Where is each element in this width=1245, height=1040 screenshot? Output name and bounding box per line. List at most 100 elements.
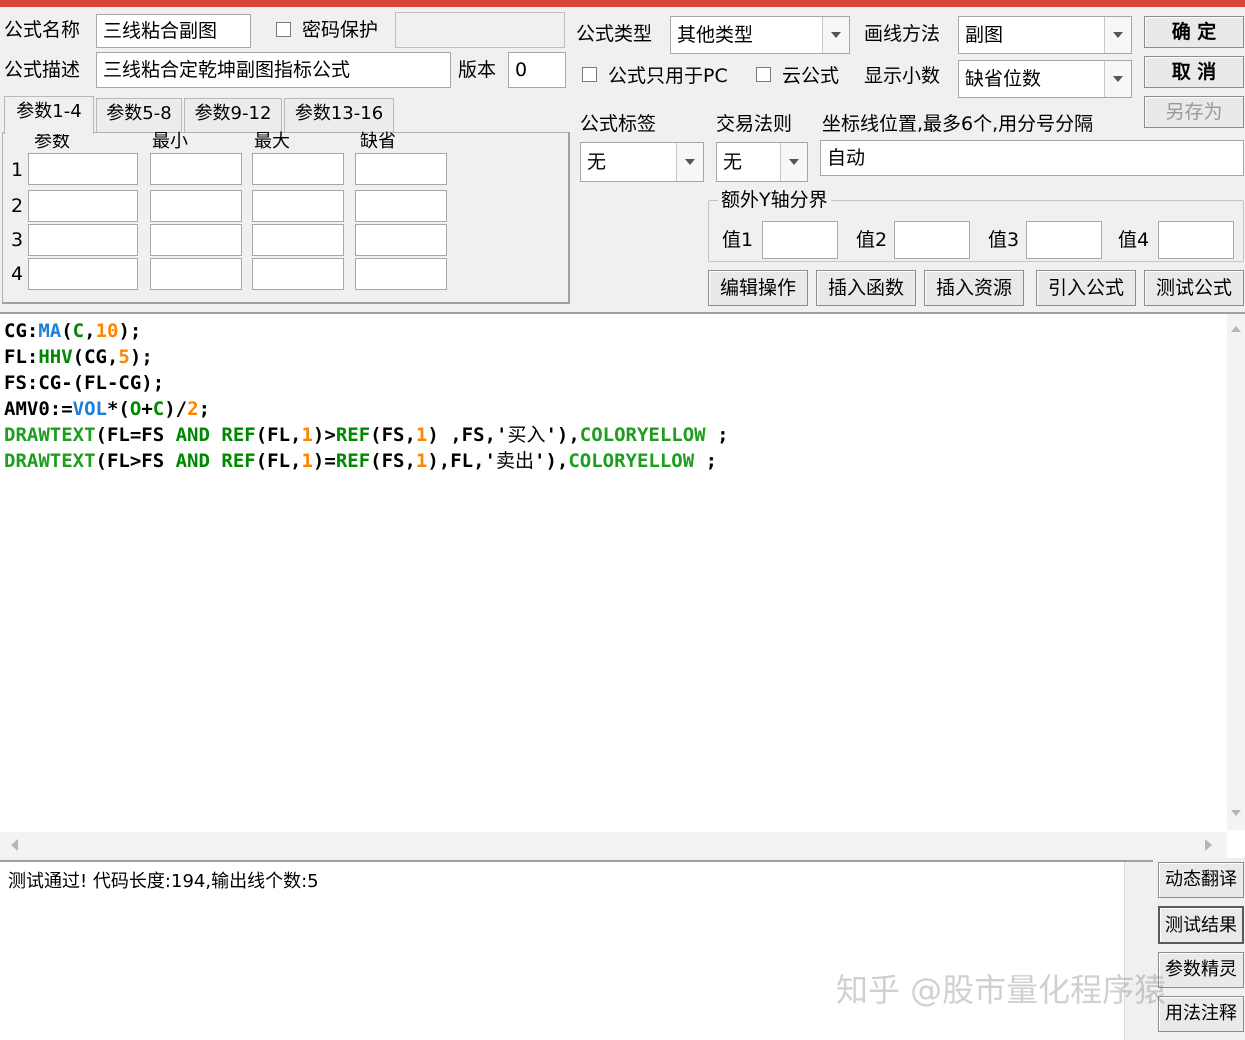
param-row-number: 4: [11, 263, 24, 285]
test-formula-button[interactable]: 测试公式: [1144, 270, 1244, 306]
code-line-1: CG:MA(C,10);: [4, 320, 142, 342]
code-line-6: DRAWTEXT(FL>FS AND REF(FL,1)=REF(FS,1),F…: [4, 450, 718, 472]
title-accent-bar: [0, 0, 1245, 7]
password-checkbox[interactable]: [276, 22, 291, 37]
trade-rule-value: 无: [723, 151, 743, 173]
insert-resource-button[interactable]: 插入资源: [924, 270, 1024, 306]
edit-operations-button[interactable]: 编辑操作: [708, 270, 808, 306]
password-label: 密码保护: [302, 19, 379, 41]
import-formula-button[interactable]: 引入公式: [1036, 270, 1136, 306]
trade-rule-select[interactable]: 无: [716, 142, 808, 182]
formula-type-select[interactable]: 其他类型: [670, 16, 850, 54]
param-1-default[interactable]: [355, 153, 447, 185]
chevron-down-icon[interactable]: [1104, 17, 1131, 53]
param-3-name[interactable]: [28, 224, 138, 256]
y-value-4-input[interactable]: [1158, 221, 1234, 259]
test-output-panel: 测试通过! 代码长度:194,输出线个数:5: [0, 860, 1153, 1040]
password-input: [395, 12, 565, 48]
param-4-default[interactable]: [355, 258, 447, 290]
tab-params-9-12[interactable]: 参数9-12: [184, 98, 282, 132]
version-label: 版本: [458, 59, 497, 81]
version-input[interactable]: 0: [508, 52, 566, 88]
save-as-button[interactable]: 另存为: [1144, 96, 1244, 128]
param-1-name[interactable]: [28, 153, 138, 185]
scroll-up-icon[interactable]: [1227, 320, 1245, 338]
y-value-1-input[interactable]: [762, 221, 838, 259]
code-line-4: AMV0:=VOL*(O+C)/2;: [4, 398, 211, 420]
cloud-label: 云公式: [782, 65, 840, 87]
y-value-3-label: 值3: [988, 229, 1020, 251]
usage-notes-button[interactable]: 用法注释: [1158, 996, 1244, 1032]
param-2-min[interactable]: [150, 190, 242, 222]
formula-type-value: 其他类型: [677, 24, 754, 46]
param-3-default[interactable]: [355, 224, 447, 256]
chevron-down-icon[interactable]: [676, 143, 703, 181]
param-header-default: 缺省: [360, 131, 396, 152]
tab-params-5-8[interactable]: 参数5-8: [96, 98, 182, 132]
formula-desc-label: 公式描述: [4, 59, 81, 81]
horizontal-scrollbar[interactable]: [0, 832, 1227, 858]
y-axis-group-title: 额外Y轴分界: [718, 188, 831, 212]
draw-method-value: 副图: [965, 24, 1004, 46]
tab-params-13-16[interactable]: 参数13-16: [284, 98, 394, 132]
draw-method-select[interactable]: 副图: [958, 16, 1132, 54]
insert-function-button[interactable]: 插入函数: [816, 270, 916, 306]
param-2-max[interactable]: [252, 190, 344, 222]
test-result-button[interactable]: 测试结果: [1158, 906, 1244, 944]
pc-only-checkbox[interactable]: [582, 67, 597, 82]
param-row-number: 1: [11, 159, 24, 181]
draw-method-label: 画线方法: [864, 23, 941, 45]
y-value-2-label: 值2: [856, 229, 888, 251]
formula-tag-select[interactable]: 无: [580, 142, 704, 182]
code-line-3: FS:CG-(FL-CG);: [4, 372, 165, 394]
formula-tag-value: 无: [587, 151, 607, 173]
scroll-right-icon[interactable]: [1199, 832, 1217, 858]
param-3-min[interactable]: [150, 224, 242, 256]
axis-position-label: 坐标线位置,最多6个,用分号分隔: [822, 113, 1094, 135]
tab-params-1-4[interactable]: 参数1-4: [4, 96, 94, 134]
param-1-max[interactable]: [252, 153, 344, 185]
vertical-scrollbar[interactable]: [1227, 314, 1245, 830]
pc-only-label: 公式只用于PC: [608, 65, 728, 87]
dynamic-translate-button[interactable]: 动态翻译: [1158, 862, 1244, 898]
param-row-number: 3: [11, 229, 24, 251]
param-2-default[interactable]: [355, 190, 447, 222]
cloud-checkbox[interactable]: [756, 67, 771, 82]
param-row-number: 2: [11, 195, 24, 217]
y-value-3-input[interactable]: [1026, 221, 1102, 259]
param-2-name[interactable]: [28, 190, 138, 222]
y-value-1-label: 值1: [722, 229, 754, 251]
scroll-down-icon[interactable]: [1227, 804, 1245, 822]
decimal-select[interactable]: 缺省位数: [958, 60, 1132, 98]
param-1-min[interactable]: [150, 153, 242, 185]
formula-type-label: 公式类型: [576, 23, 653, 45]
y-value-4-label: 值4: [1118, 229, 1150, 251]
param-header-min: 最小: [152, 131, 188, 152]
code-line-2: FL:HHV(CG,5);: [4, 346, 153, 368]
formula-name-input[interactable]: 三线粘合副图: [96, 14, 251, 48]
y-value-2-input[interactable]: [894, 221, 970, 259]
code-text: CG:MA(C,10); FL:HHV(CG,5); FS:CG-(FL-CG)…: [4, 318, 729, 474]
chevron-down-icon[interactable]: [1104, 61, 1131, 97]
ok-button[interactable]: 确 定: [1144, 16, 1244, 48]
test-output-message: 测试通过! 代码长度:194,输出线个数:5: [8, 871, 319, 892]
param-4-name[interactable]: [28, 258, 138, 290]
chevron-down-icon[interactable]: [780, 143, 807, 181]
code-line-5: DRAWTEXT(FL=FS AND REF(FL,1)>REF(FS,1) ,…: [4, 424, 729, 446]
param-4-max[interactable]: [252, 258, 344, 290]
chevron-down-icon[interactable]: [822, 17, 849, 53]
formula-desc-input[interactable]: 三线粘合定乾坤副图指标公式: [96, 52, 451, 88]
axis-position-input[interactable]: 自动: [820, 140, 1244, 176]
decimal-value: 缺省位数: [965, 68, 1042, 90]
scroll-left-icon[interactable]: [6, 832, 24, 858]
param-4-min[interactable]: [150, 258, 242, 290]
decimal-label: 显示小数: [864, 65, 941, 87]
output-scrollbar[interactable]: [1124, 862, 1153, 1040]
watermark-text: 知乎 @股市量化程序猿: [836, 971, 1167, 1009]
param-3-max[interactable]: [252, 224, 344, 256]
cancel-button[interactable]: 取 消: [1144, 56, 1244, 88]
trade-rule-label: 交易法则: [716, 113, 793, 135]
formula-tag-label: 公式标签: [580, 113, 657, 135]
param-wizard-button[interactable]: 参数精灵: [1158, 952, 1244, 988]
code-editor[interactable]: CG:MA(C,10); FL:HHV(CG,5); FS:CG-(FL-CG)…: [0, 312, 1245, 858]
